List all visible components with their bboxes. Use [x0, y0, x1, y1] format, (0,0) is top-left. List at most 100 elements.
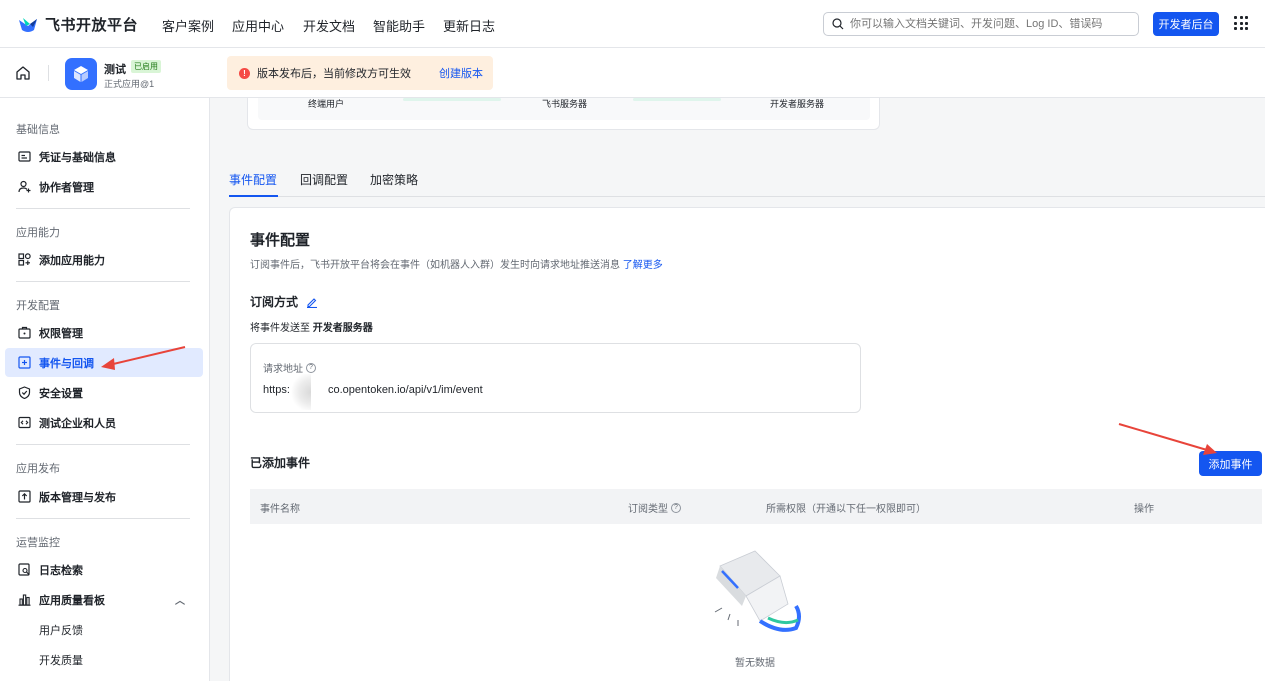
- search-input[interactable]: [850, 18, 1130, 30]
- column-header-actions: 操作: [1134, 504, 1154, 515]
- request-url-value: co.opentoken.io/api/v1/im/event: [328, 384, 483, 396]
- request-url-box: 请求地址 ? https: co.opentoken.io/api/v1/im/…: [250, 343, 861, 413]
- flow-connector: [403, 98, 501, 101]
- tab-encryption[interactable]: 加密策略: [370, 171, 418, 188]
- logo-text: 飞书开放平台: [45, 17, 139, 34]
- nav-changelog[interactable]: 更新日志: [443, 16, 495, 35]
- divider: [16, 444, 190, 445]
- code-icon: [17, 416, 31, 430]
- empty-state-text: 暂无数据: [735, 658, 775, 669]
- sidebar-subitem-dev-quality[interactable]: 开发质量: [5, 645, 203, 674]
- section-title-capability: 应用能力: [16, 227, 60, 239]
- chevron-up-icon[interactable]: ︿: [175, 592, 185, 607]
- divider: [16, 518, 190, 519]
- sidebar-item-log-search[interactable]: 日志检索: [5, 555, 203, 584]
- sidebar-item-label: 添加应用能力: [39, 254, 105, 267]
- event-config-card: 事件配置 订阅事件后，飞书开放平台将会在事件（如机器人入群）发生时向请求地址推送…: [229, 207, 1265, 681]
- subscribe-method-label: 订阅方式: [250, 295, 299, 309]
- sidebar-item-add-capability[interactable]: 添加应用能力: [5, 245, 203, 274]
- sidebar-item-collaborators[interactable]: 协作者管理: [5, 172, 203, 201]
- permission-icon: [17, 326, 31, 340]
- sidebar-item-events-callbacks[interactable]: 事件与回调: [5, 348, 203, 377]
- sidebar-item-credentials[interactable]: 凭证与基础信息: [5, 142, 203, 171]
- flow-label-end-user: 终端用户: [308, 99, 345, 109]
- home-icon[interactable]: [15, 65, 31, 81]
- sidebar-item-label: 应用质量看板: [39, 594, 105, 607]
- tab-event-config[interactable]: 事件配置: [229, 171, 277, 188]
- app-header: [0, 48, 1265, 98]
- send-to-target: 开发者服务器: [312, 323, 373, 334]
- sidebar-item-label: 权限管理: [39, 327, 83, 340]
- column-header-subscription-type: 订阅类型 ?: [628, 500, 681, 515]
- redaction-blur: [291, 374, 311, 410]
- sidebar-item-label: 协作者管理: [39, 181, 94, 194]
- config-tabs: 事件配置 回调配置 加密策略: [229, 167, 1265, 197]
- feishu-logo-icon: [19, 17, 37, 32]
- flow-connector: [633, 98, 721, 101]
- subscribe-method-title: 订阅方式: [250, 293, 318, 310]
- events-table-header: 事件名称 订阅类型 ? 所需权限（开通以下任一权限即可） 操作: [250, 489, 1262, 524]
- sidebar-item-label: 版本管理与发布: [39, 491, 116, 504]
- sidebar-item-test-tenant[interactable]: 测试企业和人员: [5, 408, 203, 437]
- sidebar-item-quality-dashboard[interactable]: 应用质量看板 ︿: [5, 585, 203, 614]
- user-add-icon: [17, 180, 31, 194]
- nav-dev-docs[interactable]: 开发文档: [303, 16, 355, 35]
- sidebar-subitem-feedback[interactable]: 用户反馈: [5, 615, 203, 644]
- column-header-event-name: 事件名称: [260, 504, 300, 515]
- send-to-text: 将事件发送至 开发者服务器: [250, 319, 373, 334]
- divider: [48, 65, 49, 81]
- sidebar-item-versions[interactable]: 版本管理与发布: [5, 482, 203, 511]
- sidebar-item-label: 凭证与基础信息: [39, 151, 116, 164]
- credential-icon: [17, 150, 31, 164]
- dev-console-button[interactable]: 开发者后台: [1153, 12, 1219, 36]
- flow-diagram-card: 终端用户 飞书服务器 开发者服务器: [247, 98, 880, 130]
- search-box[interactable]: [823, 12, 1139, 36]
- search-icon: [832, 18, 844, 30]
- sidebar-item-security[interactable]: 安全设置: [5, 378, 203, 407]
- publish-notice: ! 版本发布后，当前修改方可生效 创建版本: [227, 56, 493, 90]
- page-description: 订阅事件后，飞书开放平台将会在事件（如机器人入群）发生时向请求地址推送消息 了解…: [250, 256, 663, 271]
- sidebar-item-label: 日志检索: [39, 564, 83, 577]
- section-title-release: 应用发布: [16, 463, 60, 475]
- top-navbar: 飞书开放平台 客户案例 应用中心 开发文档 智能助手 更新日志 开发者后台: [0, 0, 1265, 48]
- page-title: 事件配置: [250, 232, 311, 249]
- request-url-label-text: 请求地址: [263, 364, 303, 375]
- notice-text: 版本发布后，当前修改方可生效: [257, 68, 411, 80]
- tab-callback-config[interactable]: 回调配置: [300, 171, 348, 188]
- chart-icon: [17, 593, 31, 607]
- sidebar-item-label: 安全设置: [39, 387, 83, 400]
- empty-state-illustration: [714, 550, 801, 632]
- column-header-permissions: 所需权限（开通以下任一权限即可）: [766, 504, 926, 515]
- section-title-monitoring: 运营监控: [16, 537, 60, 549]
- nav-customer-cases[interactable]: 客户案例: [162, 16, 214, 35]
- log-search-icon: [17, 563, 31, 577]
- status-badge: 已启用: [131, 60, 161, 73]
- app-name: 测试: [104, 64, 126, 76]
- help-icon[interactable]: ?: [671, 502, 681, 513]
- add-event-button[interactable]: 添加事件: [1199, 451, 1262, 476]
- divider: [16, 281, 190, 282]
- create-version-link[interactable]: 创建版本: [439, 65, 483, 81]
- learn-more-link[interactable]: 了解更多: [623, 260, 663, 271]
- apps-add-icon: [17, 253, 31, 267]
- section-title-dev-config: 开发配置: [16, 300, 60, 312]
- sidebar: 基础信息 凭证与基础信息 协作者管理 应用能力 添加应用能力 开发配置 权限管理…: [0, 98, 210, 681]
- description-text: 订阅事件后，飞书开放平台将会在事件（如机器人入群）发生时向请求地址推送消息: [250, 260, 620, 271]
- help-icon[interactable]: ?: [306, 362, 316, 373]
- cube-icon: [74, 66, 88, 82]
- feishu-logo[interactable]: 飞书开放平台: [17, 14, 138, 35]
- nav-ai-assistant[interactable]: 智能助手: [373, 16, 425, 35]
- tab-active-indicator: [229, 195, 278, 197]
- nav-app-center[interactable]: 应用中心: [232, 16, 284, 35]
- request-url-prefix: https:: [263, 384, 290, 396]
- edit-icon[interactable]: [306, 296, 318, 308]
- section-title-basic: 基础信息: [16, 124, 60, 136]
- divider: [16, 208, 190, 209]
- apps-grid-icon[interactable]: [1234, 16, 1248, 30]
- column-header-label: 订阅类型: [628, 504, 668, 515]
- event-icon: [17, 356, 31, 370]
- sidebar-item-permissions[interactable]: 权限管理: [5, 318, 203, 347]
- flow-label-feishu-server: 飞书服务器: [542, 99, 588, 109]
- app-icon: [65, 58, 97, 90]
- app-version: 正式应用@1: [104, 79, 155, 89]
